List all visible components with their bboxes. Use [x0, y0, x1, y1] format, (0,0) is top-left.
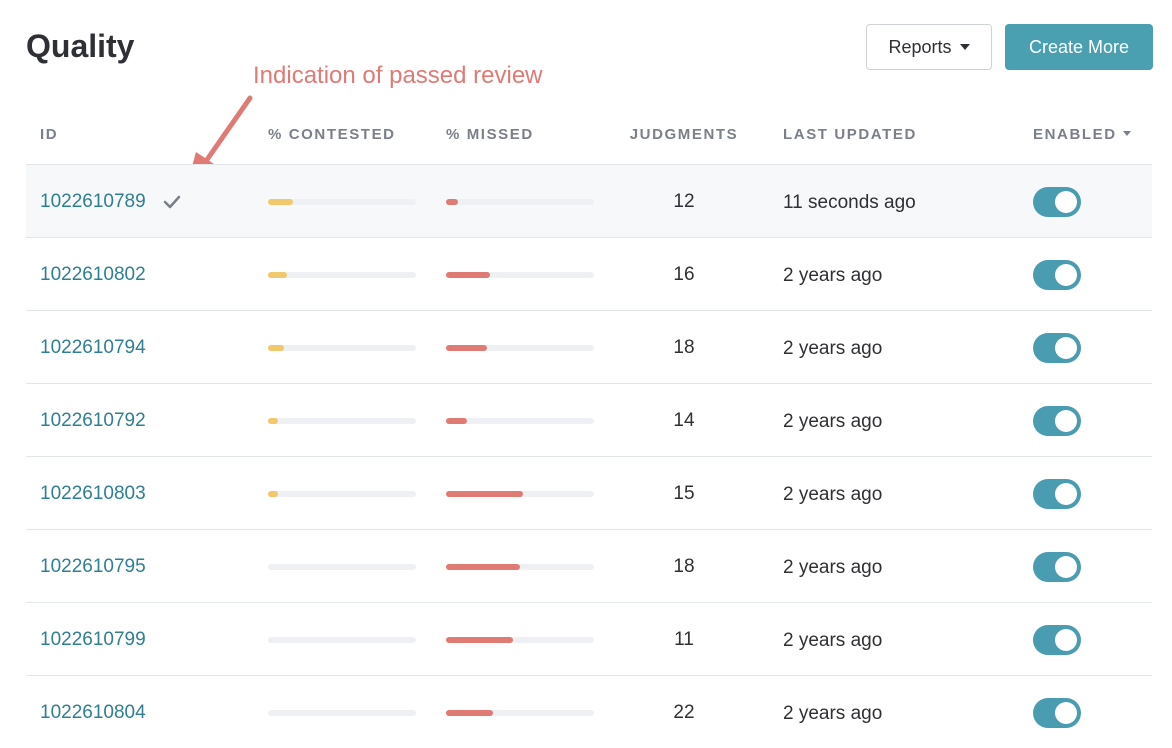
table-row: 1022610789 12 11 seconds ago [26, 164, 1152, 237]
header-id: ID [40, 126, 59, 143]
table-row: 1022610795 18 2 years ago [26, 529, 1152, 602]
sort-caret-icon [1122, 131, 1131, 136]
row-id-link[interactable]: 1022610794 [40, 337, 146, 359]
table-row: 1022610792 14 2 years ago [26, 383, 1152, 456]
contested-bar-fill [268, 491, 279, 497]
contested-bar [268, 199, 416, 205]
header-judgments: JUDGMENTS [629, 126, 739, 143]
toggle-knob [1055, 556, 1077, 578]
enabled-toggle[interactable] [1033, 479, 1081, 509]
missed-bar-fill [446, 345, 488, 351]
contested-bar-fill [268, 418, 279, 424]
missed-bar-fill [446, 637, 513, 643]
last-updated: 2 years ago [783, 630, 883, 651]
create-more-button[interactable]: Create More [1005, 24, 1153, 70]
check-icon [163, 195, 181, 209]
enabled-toggle[interactable] [1033, 552, 1081, 582]
row-id-link[interactable]: 1022610799 [40, 629, 146, 651]
quality-table-body: 1022610789 12 11 seconds ago 1022610802 … [26, 164, 1152, 748]
contested-bar-fill [268, 272, 288, 278]
judgments-count: 14 [673, 410, 695, 431]
judgments-count: 18 [673, 337, 695, 358]
judgments-count: 16 [673, 264, 695, 285]
last-updated: 11 seconds ago [783, 192, 916, 213]
enabled-toggle[interactable] [1033, 260, 1081, 290]
header-missed: % MISSED [446, 126, 534, 143]
table-header: ID % CONTESTED % MISSED JUDGMENTS LAST U… [26, 108, 1152, 164]
last-updated: 2 years ago [783, 703, 883, 724]
row-id-link[interactable]: 1022610792 [40, 410, 146, 432]
toggle-knob [1055, 264, 1077, 286]
toggle-knob [1055, 410, 1077, 432]
contested-bar [268, 272, 416, 278]
row-id-link[interactable]: 1022610795 [40, 556, 146, 578]
missed-bar [446, 199, 594, 205]
header-enabled-sort[interactable]: ENABLED [1033, 126, 1131, 143]
last-updated: 2 years ago [783, 411, 883, 432]
enabled-toggle[interactable] [1033, 406, 1081, 436]
enabled-toggle[interactable] [1033, 698, 1081, 728]
missed-bar [446, 491, 594, 497]
toggle-knob [1055, 483, 1077, 505]
missed-bar [446, 710, 594, 716]
contested-bar [268, 345, 416, 351]
judgments-count: 15 [673, 483, 695, 504]
contested-bar [268, 418, 416, 424]
missed-bar-fill [446, 272, 491, 278]
table-row: 1022610799 11 2 years ago [26, 602, 1152, 675]
contested-bar [268, 491, 416, 497]
missed-bar-fill [446, 564, 520, 570]
judgments-count: 18 [673, 556, 695, 577]
toggle-knob [1055, 629, 1077, 651]
enabled-toggle[interactable] [1033, 187, 1081, 217]
toggle-knob [1055, 337, 1077, 359]
caret-down-icon [959, 44, 970, 50]
header-contested: % CONTESTED [268, 126, 396, 143]
enabled-toggle[interactable] [1033, 625, 1081, 655]
judgments-count: 12 [673, 191, 695, 212]
last-updated: 2 years ago [783, 338, 883, 359]
header-last-updated: LAST UPDATED [783, 126, 917, 143]
judgments-count: 22 [673, 702, 695, 723]
toggle-knob [1055, 702, 1077, 724]
contested-bar [268, 710, 416, 716]
toggle-knob [1055, 191, 1077, 213]
missed-bar [446, 345, 594, 351]
row-id-link[interactable]: 1022610804 [40, 702, 146, 724]
reports-dropdown-button[interactable]: Reports [866, 24, 992, 70]
last-updated: 2 years ago [783, 557, 883, 578]
page-title: Quality [26, 28, 135, 64]
missed-bar [446, 564, 594, 570]
reports-button-label: Reports [888, 36, 952, 57]
last-updated: 2 years ago [783, 484, 883, 505]
contested-bar-fill [268, 345, 285, 351]
header-enabled-label: ENABLED [1033, 126, 1117, 143]
missed-bar-fill [446, 418, 467, 424]
judgments-count: 11 [674, 629, 694, 650]
enabled-toggle[interactable] [1033, 333, 1081, 363]
last-updated: 2 years ago [783, 265, 883, 286]
table-row: 1022610794 18 2 years ago [26, 310, 1152, 383]
table-row: 1022610802 16 2 years ago [26, 237, 1152, 310]
missed-bar [446, 637, 594, 643]
missed-bar-fill [446, 199, 458, 205]
contested-bar [268, 564, 416, 570]
missed-bar-fill [446, 491, 523, 497]
row-id-link[interactable]: 1022610803 [40, 483, 146, 505]
annotation-label: Indication of passed review [253, 62, 543, 89]
missed-bar [446, 418, 594, 424]
contested-bar-fill [268, 199, 294, 205]
missed-bar [446, 272, 594, 278]
table-row: 1022610804 22 2 years ago [26, 675, 1152, 748]
row-id-link[interactable]: 1022610802 [40, 264, 146, 286]
missed-bar-fill [446, 710, 494, 716]
row-id-link[interactable]: 1022610789 [40, 191, 146, 213]
contested-bar [268, 637, 416, 643]
table-row: 1022610803 15 2 years ago [26, 456, 1152, 529]
